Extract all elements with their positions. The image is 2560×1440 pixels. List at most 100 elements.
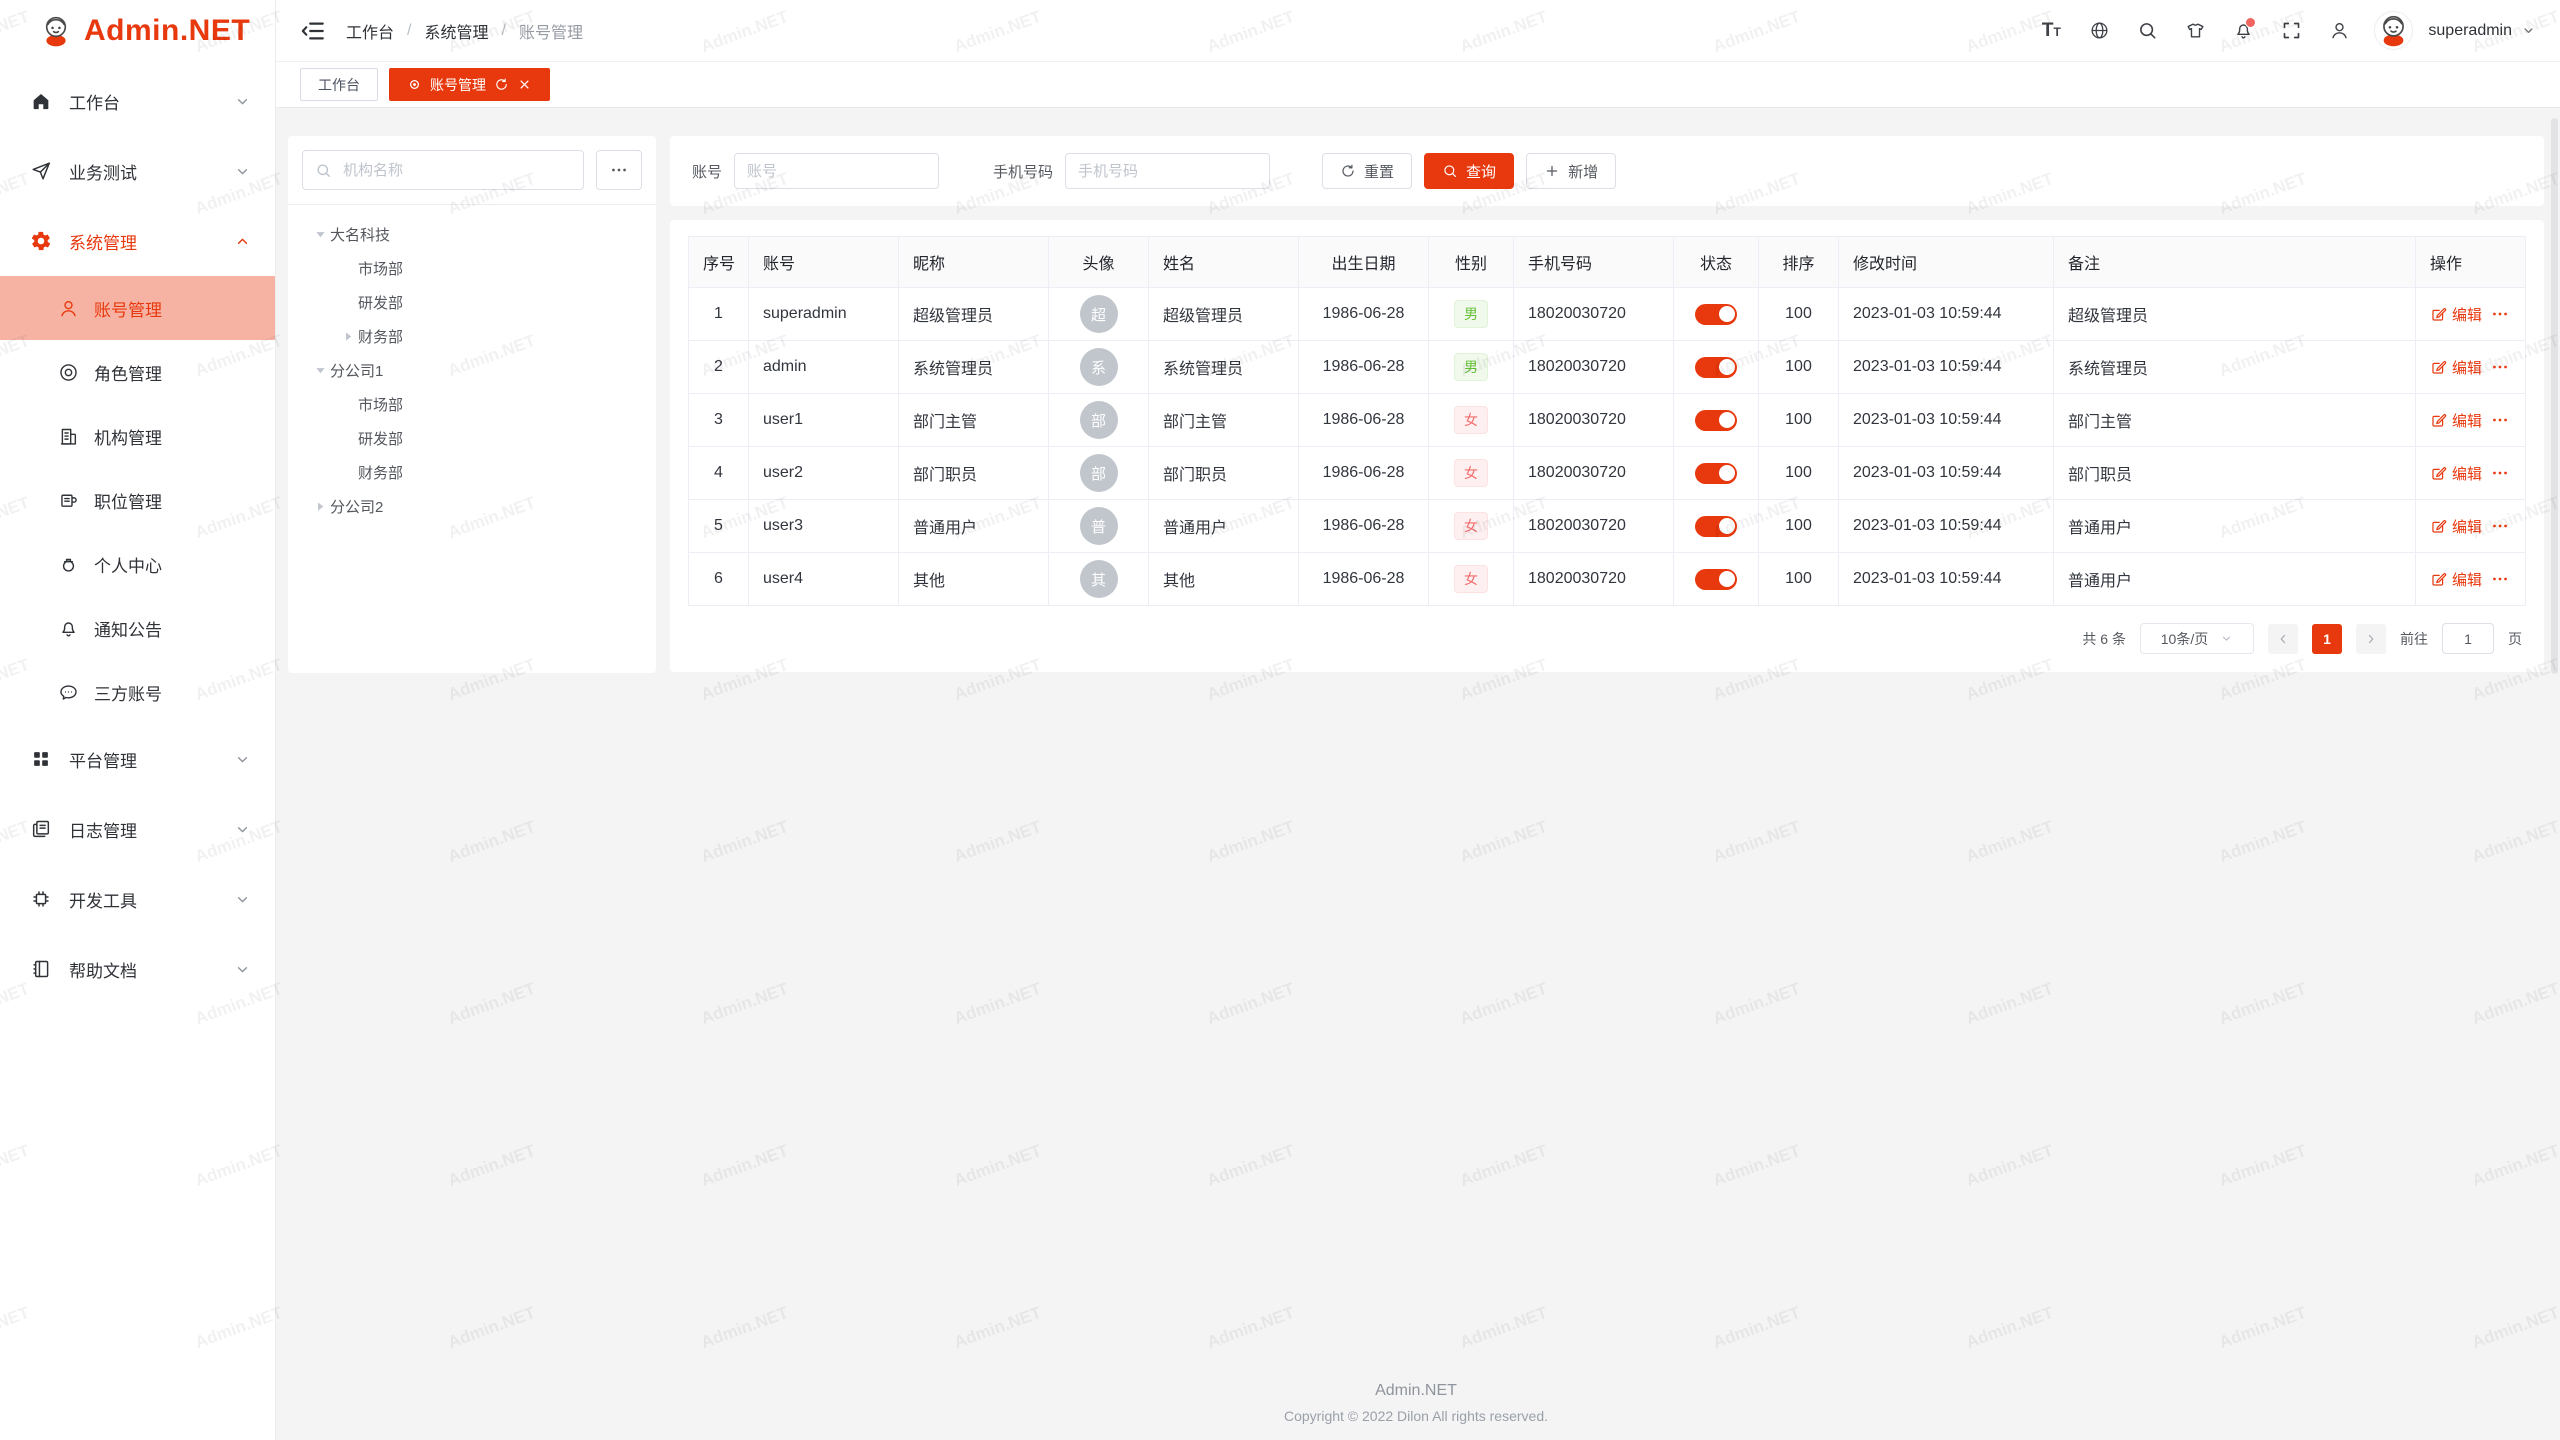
reset-button[interactable]: 重置	[1322, 153, 1412, 189]
status-toggle[interactable]	[1695, 304, 1737, 325]
sidebar-item-notice[interactable]: 通知公告	[0, 596, 275, 660]
edit-button[interactable]: 编辑	[2430, 410, 2482, 431]
cell-avatar: 部	[1049, 394, 1149, 447]
filter-bar: 账号 手机号码 重置 查询 新增	[670, 136, 2544, 206]
sidebar-item-help-docs[interactable]: 帮助文档	[0, 934, 275, 1004]
prev-page-button[interactable]	[2268, 624, 2298, 654]
gender-badge: 男	[1454, 300, 1488, 328]
tree-node[interactable]: 大名科技	[302, 217, 642, 251]
account-main: 账号 手机号码 重置 查询 新增	[670, 136, 2544, 673]
notification-bell-icon[interactable]	[2222, 11, 2264, 51]
next-page-button[interactable]	[2356, 624, 2386, 654]
more-actions-icon[interactable]	[2491, 570, 2509, 588]
cell-status	[1674, 288, 1759, 341]
sidebar-item-position-mgmt[interactable]: 职位管理	[0, 468, 275, 532]
edit-icon	[2430, 465, 2447, 482]
more-actions-icon[interactable]	[2491, 517, 2509, 535]
tab-refresh-icon[interactable]	[494, 77, 509, 92]
caret-right-icon[interactable]	[338, 326, 358, 346]
caret-placeholder	[338, 258, 358, 278]
edit-label: 编辑	[2452, 569, 2482, 590]
scrollbar-thumb[interactable]	[2551, 118, 2558, 674]
more-actions-icon[interactable]	[2491, 411, 2509, 429]
more-actions-icon[interactable]	[2491, 305, 2509, 323]
search-button[interactable]: 查询	[1424, 153, 1514, 189]
bell-icon	[58, 618, 79, 639]
user-icon[interactable]	[2318, 11, 2360, 51]
sidebar-item-user-center[interactable]: 个人中心	[0, 532, 275, 596]
tree-node[interactable]: 研发部	[302, 421, 642, 455]
more-actions-icon[interactable]	[2491, 464, 2509, 482]
add-button[interactable]: 新增	[1526, 153, 1616, 189]
search-icon[interactable]	[2126, 11, 2168, 51]
edit-button[interactable]: 编辑	[2430, 516, 2482, 537]
breadcrumb-item[interactable]: 系统管理	[424, 19, 488, 43]
tab-label: 账号管理	[430, 75, 486, 95]
sidebar-item-third-account[interactable]: 三方账号	[0, 660, 275, 724]
current-page-button[interactable]: 1	[2312, 624, 2342, 654]
edit-icon	[2430, 412, 2447, 429]
notification-dot	[2245, 17, 2256, 28]
cell-name: 部门职员	[1149, 447, 1299, 500]
cell-modified-time: 2023-01-03 10:59:44	[1839, 500, 2054, 553]
caret-right-icon[interactable]	[310, 496, 330, 516]
edit-button[interactable]: 编辑	[2430, 304, 2482, 325]
org-search-input[interactable]	[341, 161, 571, 180]
edit-label: 编辑	[2452, 410, 2482, 431]
sidebar-item-account-mgmt[interactable]: 账号管理	[0, 276, 275, 340]
sidebar-item-system-mgmt[interactable]: 系统管理	[0, 206, 275, 276]
user-avatar[interactable]	[2374, 11, 2413, 50]
cell-account: user1	[749, 394, 899, 447]
page-size-select[interactable]: 10条/页	[2140, 623, 2254, 654]
tree-node[interactable]: 研发部	[302, 285, 642, 319]
sidebar-item-label: 通知公告	[94, 616, 162, 641]
sidebar-item-role-mgmt[interactable]: 角色管理	[0, 340, 275, 404]
status-toggle[interactable]	[1695, 463, 1737, 484]
sidebar-item-dev-tools[interactable]: 开发工具	[0, 864, 275, 934]
sidebar-item-platform-mgmt[interactable]: 平台管理	[0, 724, 275, 794]
font-size-icon[interactable]: TT	[2030, 11, 2072, 51]
tree-node[interactable]: 市场部	[302, 387, 642, 421]
tree-node[interactable]: 市场部	[302, 251, 642, 285]
status-toggle[interactable]	[1695, 569, 1737, 590]
caret-down-icon[interactable]	[310, 360, 330, 380]
edit-label: 编辑	[2452, 516, 2482, 537]
edit-button[interactable]: 编辑	[2430, 569, 2482, 590]
tree-node[interactable]: 财务部	[302, 455, 642, 489]
tab-close-icon[interactable]	[517, 77, 532, 92]
caret-down-icon[interactable]	[310, 224, 330, 244]
status-toggle[interactable]	[1695, 516, 1737, 537]
more-actions-icon[interactable]	[2491, 358, 2509, 376]
edit-button[interactable]: 编辑	[2430, 463, 2482, 484]
cell-phone: 18020030720	[1514, 553, 1674, 606]
sidebar-item-label: 平台管理	[69, 747, 137, 772]
username[interactable]: superadmin	[2428, 22, 2512, 40]
status-toggle[interactable]	[1695, 410, 1737, 431]
tab-1[interactable]: 账号管理	[389, 68, 550, 101]
row-actions: 编辑	[2430, 357, 2511, 378]
account-filter-input[interactable]	[734, 153, 939, 189]
cell-actions: 编辑	[2416, 288, 2526, 341]
tree-node[interactable]: 财务部	[302, 319, 642, 353]
edit-label: 编辑	[2452, 304, 2482, 325]
column-header: 账号	[749, 237, 899, 288]
sidebar-item-log-mgmt[interactable]: 日志管理	[0, 794, 275, 864]
collapse-menu-icon[interactable]	[300, 18, 326, 44]
sidebar-item-org-mgmt[interactable]: 机构管理	[0, 404, 275, 468]
status-toggle[interactable]	[1695, 357, 1737, 378]
org-more-button[interactable]	[596, 150, 642, 190]
sidebar-item-workbench[interactable]: 工作台	[0, 66, 275, 136]
edit-button[interactable]: 编辑	[2430, 357, 2482, 378]
tree-node[interactable]: 分公司2	[302, 489, 642, 523]
sidebar-item-business-test[interactable]: 业务测试	[0, 136, 275, 206]
tab-0[interactable]: 工作台	[300, 68, 378, 101]
table-row: 5user3普通用户普普通用户1986-06-28女18020030720100…	[689, 500, 2526, 553]
language-icon[interactable]	[2078, 11, 2120, 51]
tree-node[interactable]: 分公司1	[302, 353, 642, 387]
phone-filter-input[interactable]	[1065, 153, 1270, 189]
breadcrumb-item[interactable]: 工作台	[346, 19, 394, 43]
theme-shirt-icon[interactable]	[2174, 11, 2216, 51]
fullscreen-icon[interactable]	[2270, 11, 2312, 51]
cell-gender: 男	[1429, 341, 1514, 394]
goto-page-input[interactable]	[2442, 623, 2494, 654]
